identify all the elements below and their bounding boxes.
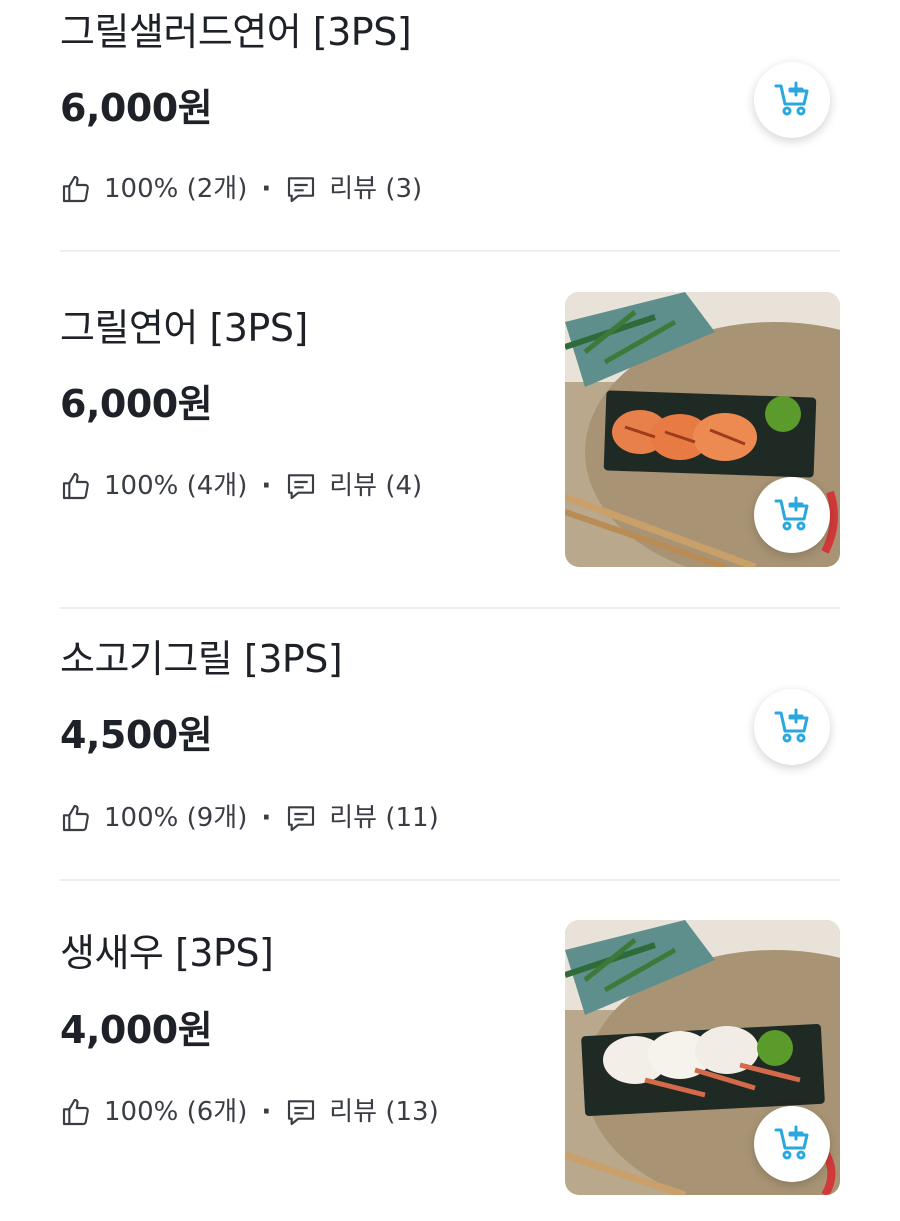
rating-text: 100% (4개) [104, 471, 248, 501]
cart-add-icon [772, 493, 812, 537]
menu-item[interactable]: 그릴샐러드연어 [3PS] 6,000원 100% (2개) · 리뷰 (3) [60, 0, 840, 250]
menu-item-meta: 100% (9개) · 리뷰 (11) [60, 802, 439, 834]
menu-item-price: 6,000원 [60, 382, 213, 426]
cart-add-icon [772, 705, 812, 749]
comment-icon [285, 1096, 317, 1128]
menu-item-meta: 100% (6개) · 리뷰 (13) [60, 1096, 439, 1128]
menu-item[interactable]: 그릴연어 [3PS] 6,000원 100% (4개) · 리뷰 (4) [60, 252, 840, 607]
thumbs-up-icon [60, 1096, 92, 1128]
thumbs-up-icon [60, 802, 92, 834]
review-count[interactable]: 리뷰 (4) [329, 470, 422, 502]
review-count[interactable]: 리뷰 (3) [329, 173, 422, 205]
menu-item-price: 4,500원 [60, 713, 213, 757]
comment-icon [285, 470, 317, 502]
add-to-cart-button[interactable] [754, 477, 830, 553]
menu-item[interactable]: 소고기그릴 [3PS] 4,500원 100% (9개) · 리뷰 (11) [60, 609, 840, 879]
comment-icon [285, 802, 317, 834]
menu-item-meta: 100% (4개) · 리뷰 (4) [60, 470, 422, 502]
review-count[interactable]: 리뷰 (13) [329, 1096, 438, 1128]
menu-item-name: 소고기그릴 [3PS] [60, 637, 343, 681]
add-to-cart-button[interactable] [754, 1106, 830, 1182]
rating-text: 100% (9개) [104, 803, 248, 833]
comment-icon [285, 173, 317, 205]
cart-add-icon [772, 78, 812, 122]
menu-item-name: 그릴샐러드연어 [3PS] [60, 10, 412, 54]
menu-item-name: 생새우 [3PS] [60, 931, 274, 975]
menu-item-name: 그릴연어 [3PS] [60, 306, 308, 350]
rating-text: 100% (6개) [104, 1097, 248, 1127]
rating-text: 100% (2개) [104, 174, 248, 204]
separator-dot: · [261, 1097, 272, 1127]
separator-dot: · [261, 471, 272, 501]
cart-add-icon [772, 1122, 812, 1166]
add-to-cart-button[interactable] [754, 62, 830, 138]
thumbs-up-icon [60, 173, 92, 205]
menu-item[interactable]: 생새우 [3PS] 4,000원 100% (6개) · 리뷰 (13) [60, 881, 840, 1221]
separator-dot: · [261, 803, 272, 833]
add-to-cart-button[interactable] [754, 689, 830, 765]
menu-item-price: 6,000원 [60, 86, 213, 130]
separator-dot: · [261, 174, 272, 204]
thumbs-up-icon [60, 470, 92, 502]
menu-item-price: 4,000원 [60, 1008, 213, 1052]
review-count[interactable]: 리뷰 (11) [329, 802, 438, 834]
menu-item-meta: 100% (2개) · 리뷰 (3) [60, 173, 422, 205]
